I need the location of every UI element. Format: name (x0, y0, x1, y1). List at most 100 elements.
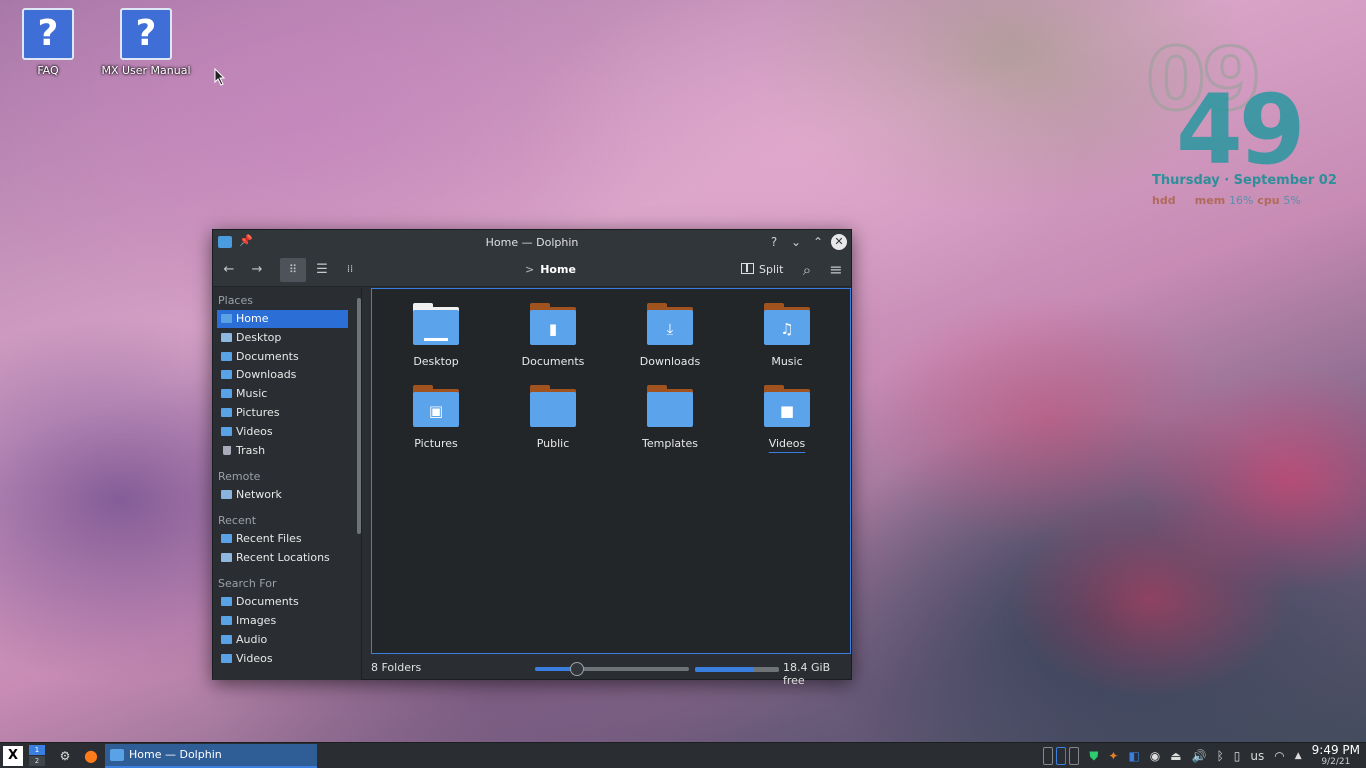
taskbar-clock[interactable]: 9:49 PM 9/2/21 (1312, 744, 1360, 768)
bluetooth-icon[interactable]: ᛒ (1217, 749, 1224, 763)
folder-item-documents[interactable]: ▮ Documents (498, 303, 608, 368)
zoom-slider-handle[interactable] (569, 662, 584, 676)
desktop-pager[interactable]: 1 2 (29, 745, 45, 767)
sidebar-item-home[interactable]: Home (217, 310, 348, 328)
breadcrumb-home[interactable]: Home (540, 263, 576, 276)
sidebar-item-search-documents[interactable]: Documents (217, 593, 348, 611)
folder-label: Documents (521, 355, 585, 368)
sidebar-item-recent-locations[interactable]: Recent Locations (217, 549, 348, 567)
disk-space-fill (695, 667, 754, 672)
window-titlebar[interactable]: 📌 Home — Dolphin ? ⌄ ⌃ ✕ (213, 230, 851, 254)
sidebar-item-music[interactable]: Music (217, 385, 348, 403)
desktop-2[interactable]: 2 (29, 756, 45, 766)
battery-indicator[interactable] (1043, 747, 1080, 765)
disk-space-bar (695, 667, 779, 672)
folder-item-templates[interactable]: Templates (615, 385, 725, 450)
sidebar-item-label: Recent Files (236, 532, 302, 545)
panel-divider[interactable] (361, 288, 362, 680)
mem-label: mem (1194, 194, 1226, 207)
dolphin-window: 📌 Home — Dolphin ? ⌄ ⌃ ✕ ← → ⠿ ☰ ⁞⁞ > Hom… (212, 229, 852, 687)
sidebar-item-trash[interactable]: Trash (217, 442, 348, 460)
forward-button[interactable]: → (247, 258, 267, 282)
eject-icon[interactable]: ⏏ (1170, 749, 1181, 763)
help-icon: ? (120, 8, 172, 60)
mouse-cursor-icon (214, 68, 226, 86)
cpu-label: cpu (1257, 194, 1280, 207)
desktop-icon-mx-user-manual[interactable]: ? MX User Manual (91, 8, 201, 77)
folder-view[interactable]: Desktop ▮ Documents ⤓ Downloads ♫ Music … (371, 288, 851, 654)
breadcrumb[interactable]: > Home (525, 258, 576, 282)
close-button[interactable]: ✕ (831, 234, 847, 250)
recent-files-icon (221, 534, 232, 543)
battery-icon (1056, 747, 1067, 765)
pin-icon[interactable]: 📌 (239, 234, 253, 247)
usb-icon[interactable]: ▯ (1234, 749, 1241, 763)
sidebar-item-search-videos[interactable]: Videos (217, 650, 348, 668)
sidebar-item-videos[interactable]: Videos (217, 423, 348, 441)
folder-count: 8 Folders (371, 661, 422, 674)
folder-label: Public (536, 437, 570, 450)
folder-item-downloads[interactable]: ⤓ Downloads (615, 303, 725, 368)
home-folder-icon (221, 314, 232, 323)
clock-date: Thursday · September 02 (1152, 173, 1337, 188)
sidebar-item-documents[interactable]: Documents (217, 348, 348, 366)
sidebar-item-search-images[interactable]: Images (217, 612, 348, 630)
folder-item-public[interactable]: Public (498, 385, 608, 450)
sidebar-item-network[interactable]: Network (217, 486, 348, 504)
search-button[interactable]: ⌕ (797, 258, 817, 282)
folder-item-desktop[interactable]: Desktop (381, 303, 491, 368)
mem-percent: 16% (1229, 194, 1254, 207)
sidebar-item-label: Music (236, 387, 268, 400)
sidebar-item-label: Videos (236, 425, 273, 438)
minimize-button[interactable]: ⌄ (787, 233, 805, 251)
sidebar-item-pictures[interactable]: Pictures (217, 404, 348, 422)
desktop-1[interactable]: 1 (29, 745, 45, 755)
volume-icon[interactable]: 🔊 (1192, 749, 1207, 763)
help-button[interactable]: ? (765, 233, 783, 251)
sidebar-item-search-audio[interactable]: Audio (217, 631, 348, 649)
firefox-icon[interactable]: ● (81, 746, 101, 766)
compact-view-button[interactable]: ⁞⁞ (338, 258, 362, 282)
images-search-icon (221, 616, 232, 625)
desktop-icon-faq[interactable]: ? FAQ (0, 8, 103, 77)
folder-item-pictures[interactable]: ▣ Pictures (381, 385, 491, 450)
sidebar-item-downloads[interactable]: Downloads (217, 366, 348, 384)
audio-search-icon (221, 635, 232, 644)
task-dolphin[interactable]: Home — Dolphin (105, 744, 317, 768)
sidebar-item-recent-files[interactable]: Recent Files (217, 530, 348, 548)
sidebar-item-label: Network (236, 488, 282, 501)
recent-locations-icon (221, 553, 232, 562)
pictures-folder-icon: ▣ (413, 385, 459, 427)
search-section-title: Search For (218, 577, 277, 590)
taskbar-date: 9/2/21 (1321, 757, 1351, 767)
zoom-slider[interactable] (535, 662, 689, 676)
icons-view-button[interactable]: ⠿ (280, 258, 306, 282)
templates-folder-icon (647, 385, 693, 427)
folder-app-icon[interactable] (218, 236, 232, 248)
shield-icon[interactable]: ⛊ (1089, 749, 1098, 764)
network-icon (221, 490, 232, 499)
videos-folder-icon (221, 427, 232, 436)
wifi-icon[interactable]: ◠ (1274, 749, 1284, 763)
folder-item-videos[interactable]: ■ Videos (732, 385, 842, 450)
hamburger-menu-button[interactable]: ≡ (825, 258, 847, 282)
split-button[interactable]: Split (741, 258, 783, 282)
settings-icon[interactable]: ⚙ (56, 746, 74, 766)
clock-minute: 49 (1176, 74, 1306, 186)
details-view-button[interactable]: ☰ (310, 258, 334, 282)
sidebar-item-label: Documents (236, 350, 299, 363)
help-icon: ? (22, 8, 74, 60)
tray-expand-icon[interactable]: ▲ (1295, 751, 1302, 761)
back-button[interactable]: ← (219, 258, 239, 282)
pictures-folder-icon (221, 408, 232, 417)
folder-label: Music (771, 355, 803, 368)
status-bar: 8 Folders 18.4 GiB free (371, 658, 851, 687)
maximize-button[interactable]: ⌃ (809, 233, 827, 251)
package-icon[interactable]: ◧ (1128, 749, 1139, 763)
folder-item-music[interactable]: ♫ Music (732, 303, 842, 368)
keyboard-layout[interactable]: us (1250, 749, 1264, 763)
sidebar-item-desktop[interactable]: Desktop (217, 329, 348, 347)
update-icon[interactable]: ✦ (1108, 749, 1118, 763)
start-menu-button[interactable]: X (3, 746, 23, 766)
disc-icon[interactable]: ◉ (1150, 749, 1160, 763)
